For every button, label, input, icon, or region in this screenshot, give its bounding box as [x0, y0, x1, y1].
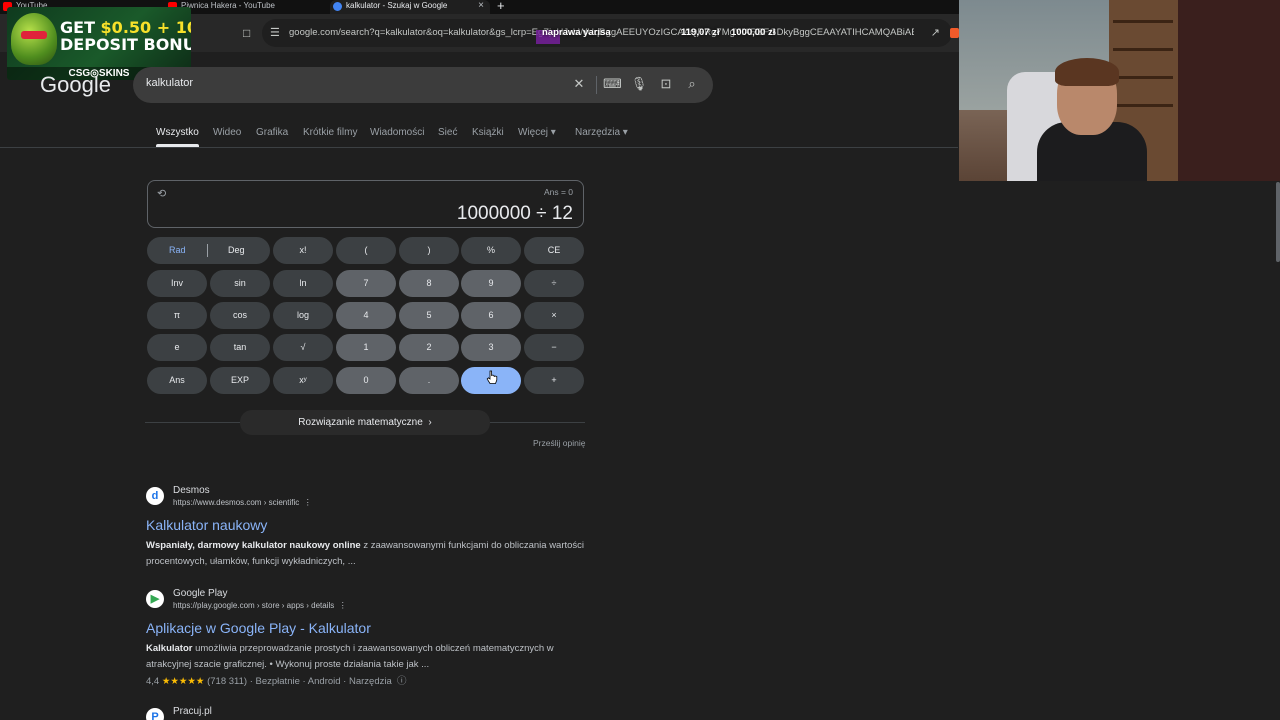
- google-play-icon: ▶: [146, 590, 164, 608]
- key-9[interactable]: 9: [461, 270, 521, 297]
- google-logo[interactable]: Google: [40, 72, 111, 98]
- webcam-background: [1178, 0, 1280, 181]
- key-e[interactable]: e: [147, 334, 207, 361]
- key-tan[interactable]: tan: [210, 334, 270, 361]
- key-divide[interactable]: ÷: [524, 270, 584, 297]
- feedback-link[interactable]: Prześlij opinię: [533, 438, 585, 448]
- tab-google-search[interactable]: kalkulator - Szukaj w Google ×: [330, 0, 490, 14]
- tab-label: Piwnica Hakera - YouTube: [181, 1, 275, 10]
- key-3[interactable]: 3: [461, 334, 521, 361]
- mascot-image: [11, 13, 57, 65]
- desmos-icon: d: [146, 487, 164, 505]
- keyboard-icon[interactable]: ⌨: [603, 76, 622, 92]
- tab-short-videos[interactable]: Krótkie filmy: [303, 127, 357, 138]
- tab-books[interactable]: Książki: [472, 127, 504, 138]
- key-multiply[interactable]: ×: [524, 302, 584, 329]
- site-name[interactable]: Pracuj.pl: [173, 706, 212, 717]
- key-cos[interactable]: cos: [210, 302, 270, 329]
- key-factorial[interactable]: x!: [273, 237, 333, 264]
- brave-shield-icon[interactable]: [950, 28, 959, 38]
- key-log[interactable]: log: [273, 302, 333, 329]
- search-input[interactable]: [146, 77, 566, 89]
- site-name[interactable]: Google Play: [173, 588, 227, 599]
- key-decimal[interactable]: .: [399, 367, 459, 394]
- result-snippet: Wspaniały, darmowy kalkulator naukowy on…: [146, 540, 585, 567]
- share-icon[interactable]: ↗: [931, 26, 940, 39]
- scrollbar[interactable]: [1276, 182, 1280, 262]
- key-ans[interactable]: Ans: [147, 367, 207, 394]
- lens-icon[interactable]: ⊡: [657, 76, 675, 92]
- tab-web[interactable]: Sieć: [438, 127, 457, 138]
- google-icon: [333, 2, 342, 11]
- overlay-amount: 119,07 zł: [681, 27, 720, 38]
- key-4[interactable]: 4: [336, 302, 396, 329]
- result-snippet: Kalkulator umożliwia przeprowadzanie pro…: [146, 643, 554, 670]
- hand-cursor-icon: [486, 370, 498, 384]
- ad-subline: DEPOSIT BONU: [60, 35, 191, 54]
- tab-images[interactable]: Grafika: [256, 127, 288, 138]
- key-minus[interactable]: −: [524, 334, 584, 361]
- key-7[interactable]: 7: [336, 270, 396, 297]
- tab-news[interactable]: Wiadomości: [370, 127, 424, 138]
- result-title-link[interactable]: Kalkulator naukowy: [146, 517, 267, 533]
- history-icon[interactable]: ⟲: [157, 187, 166, 200]
- site-name[interactable]: Desmos: [173, 485, 210, 496]
- key-1[interactable]: 1: [336, 334, 396, 361]
- new-tab-button[interactable]: +: [497, 0, 505, 13]
- divider: [0, 147, 958, 148]
- pracuj-icon: P: [146, 708, 164, 720]
- rad-deg-toggle[interactable]: Rad Deg: [147, 237, 270, 264]
- key-6[interactable]: 6: [461, 302, 521, 329]
- search-icon[interactable]: ⌕: [683, 76, 701, 92]
- webcam-overlay: [959, 0, 1178, 181]
- result-rating: 4,4 ★★★★★ (718 311) · Bezpłatnie · Andro…: [146, 676, 407, 687]
- calculator-expression: 1000000 ÷ 12: [456, 203, 573, 224]
- result-title-link[interactable]: Aplikacje w Google Play - Kalkulator: [146, 620, 371, 636]
- overlay-label: naprawa yarisa: [542, 27, 611, 38]
- site-url[interactable]: https://www.desmos.com › scientific ⋮: [173, 498, 312, 507]
- tab-label: kalkulator - Szukaj w Google: [346, 1, 448, 10]
- site-info-icon[interactable]: ☰: [270, 26, 280, 39]
- key-2[interactable]: 2: [399, 334, 459, 361]
- tab-video[interactable]: Wideo: [213, 127, 241, 138]
- calculator-display: ⟲ Ans = 0 1000000 ÷ 12: [147, 180, 584, 228]
- search-box: ✕ ⌨ 🎙 ⊡ ⌕: [133, 67, 713, 103]
- key-power[interactable]: xʸ: [273, 367, 333, 394]
- clear-icon[interactable]: ✕: [570, 76, 588, 92]
- key-5[interactable]: 5: [399, 302, 459, 329]
- tab-more[interactable]: Więcej ▾: [518, 127, 556, 138]
- close-tab-icon[interactable]: ×: [478, 0, 484, 12]
- key-sqrt[interactable]: √: [273, 334, 333, 361]
- key-0[interactable]: 0: [336, 367, 396, 394]
- key-inverse[interactable]: Inv: [147, 270, 207, 297]
- key-pi[interactable]: π: [147, 302, 207, 329]
- math-solver-button[interactable]: Rozwiązanie matematyczne ›: [240, 410, 490, 435]
- site-url[interactable]: https://play.google.com › store › apps ›…: [173, 601, 347, 610]
- bookmark-icon[interactable]: □: [243, 26, 250, 40]
- ad-headline: GET $0.50 + 10: [60, 18, 191, 37]
- key-ln[interactable]: ln: [273, 270, 333, 297]
- key-sin[interactable]: sin: [210, 270, 270, 297]
- key-exp[interactable]: EXP: [210, 367, 270, 394]
- ans-value: Ans = 0: [543, 187, 573, 197]
- key-plus[interactable]: +: [524, 367, 584, 394]
- key-left-paren[interactable]: (: [336, 237, 396, 264]
- key-8[interactable]: 8: [399, 270, 459, 297]
- overlay-amount: 1000,00 zł: [731, 27, 776, 38]
- tab-all[interactable]: Wszystko: [156, 127, 199, 147]
- key-right-paren[interactable]: ): [399, 237, 459, 264]
- key-percent[interactable]: %: [461, 237, 521, 264]
- tab-tools[interactable]: Narzędzia ▾: [575, 127, 628, 138]
- microphone-icon[interactable]: 🎙: [630, 76, 648, 92]
- key-clear-entry[interactable]: CE: [524, 237, 584, 264]
